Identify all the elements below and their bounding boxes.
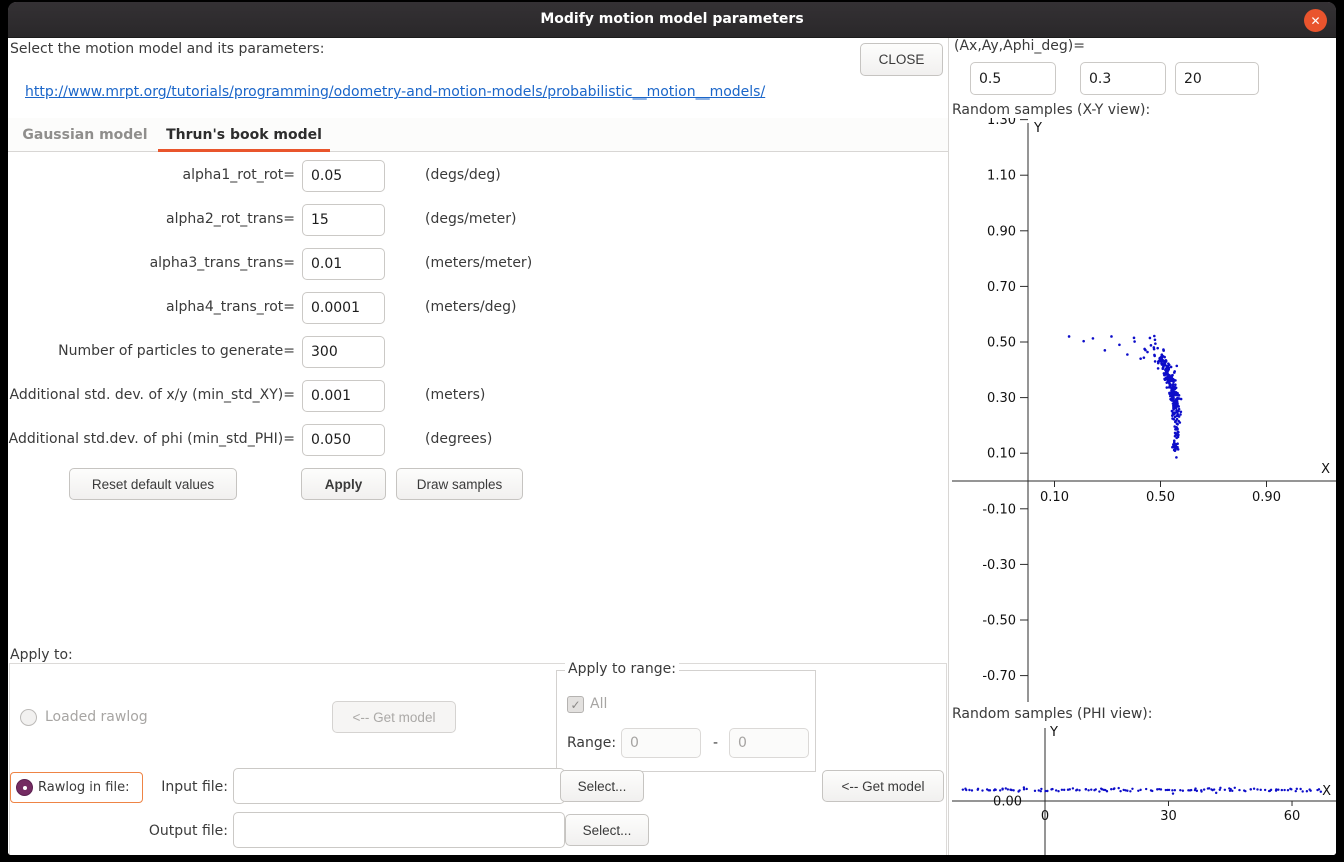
apply-to-range-legend: Apply to range: — [565, 661, 679, 677]
active-tab-underline — [158, 149, 330, 152]
min-std-xy-unit-label: (meters) — [425, 387, 485, 403]
svg-text:X: X — [1322, 784, 1331, 799]
svg-text:0.50: 0.50 — [1146, 490, 1175, 505]
loaded-rawlog-radio — [20, 709, 37, 726]
input-file-input[interactable] — [233, 768, 565, 804]
output-file-input[interactable] — [233, 812, 565, 848]
select-input-file-button[interactable]: Select... — [560, 770, 644, 802]
rawlog-in-file-radio[interactable] — [16, 779, 33, 796]
alpha2-rot-trans-input[interactable] — [302, 204, 385, 236]
particles-count-label: Number of particles to generate= — [8, 343, 295, 359]
titlebar: Modify motion model parameters ✕ — [8, 2, 1336, 38]
alpha3-unit-label: (meters/meter) — [425, 255, 532, 271]
pose-aphi-input[interactable] — [1175, 62, 1259, 95]
get-model-bottom-button[interactable]: <-- Get model — [822, 770, 944, 802]
input-file-label: Input file: — [128, 779, 228, 795]
svg-text:0.00: 0.00 — [993, 795, 1022, 810]
svg-text:0.30: 0.30 — [987, 391, 1016, 406]
range-separator: - — [713, 735, 718, 751]
svg-text:Y: Y — [1049, 725, 1058, 740]
tab-thruns-book-model[interactable]: Thrun's book model — [154, 118, 334, 152]
min-std-phi-input[interactable] — [302, 424, 385, 456]
close-icon: ✕ — [1310, 15, 1320, 27]
instruction-label: Select the motion model and its paramete… — [10, 41, 324, 57]
close-button[interactable]: CLOSE — [860, 43, 943, 76]
svg-text:0.90: 0.90 — [987, 224, 1016, 239]
apply-to-range-groupbox: Apply to range: ✓ All Range: - — [556, 670, 816, 772]
xy-view-title: Random samples (X-Y view): — [952, 102, 1150, 118]
alpha4-unit-label: (meters/deg) — [425, 299, 516, 315]
xy-scatter-plot: 1.30 1.10 0.90 0.70 0.50 0.30 0.10 -0.10 -0.30 -0… — [950, 118, 1336, 707]
svg-text:0.10: 0.10 — [1040, 490, 1069, 505]
pose-ay-input[interactable] — [1080, 62, 1166, 95]
draw-samples-button[interactable]: Draw samples — [396, 468, 523, 500]
alpha1-rot-rot-label: alpha1_rot_rot= — [8, 167, 295, 183]
svg-text:X: X — [1321, 462, 1330, 477]
svg-text:0.70: 0.70 — [987, 280, 1016, 295]
apply-button[interactable]: Apply — [301, 468, 386, 500]
svg-text:0.50: 0.50 — [987, 336, 1016, 351]
range-to-input — [729, 728, 809, 758]
window-title: Modify motion model parameters — [8, 11, 1336, 27]
model-tabbar: Gaussian model Thrun's book model — [8, 118, 948, 152]
alpha2-rot-trans-label: alpha2_rot_trans= — [8, 211, 295, 227]
min-std-phi-label: Additional std.dev. of phi (min_std_PHI)… — [8, 431, 295, 447]
phi-scatter-plot: 0 30 60 0.00 Y X — [950, 722, 1336, 855]
alpha4-trans-rot-input[interactable] — [302, 292, 385, 324]
loaded-rawlog-label: Loaded rawlog — [45, 709, 148, 725]
min-std-xy-input[interactable] — [302, 380, 385, 412]
min-std-xy-label: Additional std. dev. of x/y (min_std_XY)… — [8, 387, 295, 403]
svg-text:-0.70: -0.70 — [982, 669, 1016, 684]
svg-text:1.10: 1.10 — [987, 169, 1016, 184]
svg-text:-0.30: -0.30 — [982, 558, 1016, 573]
alpha1-unit-label: (degs/deg) — [425, 167, 501, 183]
all-checkbox-label: All — [590, 696, 607, 712]
svg-text:0: 0 — [1041, 809, 1049, 824]
alpha1-rot-rot-input[interactable] — [302, 160, 385, 192]
svg-text:1.30: 1.30 — [987, 118, 1016, 128]
dialog-content: Select the motion model and its paramete… — [8, 38, 1336, 855]
svg-text:Y: Y — [1033, 121, 1042, 136]
svg-text:60: 60 — [1284, 809, 1301, 824]
particles-count-input[interactable] — [302, 336, 385, 368]
dialog-window: Modify motion model parameters ✕ Select … — [8, 2, 1336, 855]
range-from-input — [621, 728, 701, 758]
alpha4-trans-rot-label: alpha4_trans_rot= — [8, 299, 295, 315]
svg-text:0.90: 0.90 — [1252, 490, 1281, 505]
rawlog-in-file-focus-ring: Rawlog in file: — [10, 772, 143, 803]
get-model-top-button: <-- Get model — [332, 701, 456, 733]
screen: Modify motion model parameters ✕ Select … — [0, 0, 1344, 862]
apply-to-legend: Apply to: — [10, 647, 73, 663]
tab-gaussian-model[interactable]: Gaussian model — [16, 118, 154, 152]
reset-default-values-button[interactable]: Reset default values — [69, 468, 237, 500]
range-label: Range: — [567, 735, 616, 751]
alpha3-trans-trans-input[interactable] — [302, 248, 385, 280]
svg-text:-0.50: -0.50 — [982, 614, 1016, 629]
svg-text:-0.10: -0.10 — [982, 502, 1016, 517]
min-std-phi-unit-label: (degrees) — [425, 431, 492, 447]
pose-ax-input[interactable] — [970, 62, 1056, 95]
alpha2-unit-label: (degs/meter) — [425, 211, 516, 227]
phi-view-title: Random samples (PHI view): — [952, 706, 1152, 722]
panel-divider — [948, 38, 949, 855]
window-close-button[interactable]: ✕ — [1304, 9, 1327, 32]
svg-text:30: 30 — [1160, 809, 1177, 824]
tutorial-link[interactable]: http://www.mrpt.org/tutorials/programmin… — [25, 84, 765, 100]
all-checkbox: ✓ — [567, 696, 584, 713]
pose-label: (Ax,Ay,Aphi_deg)= — [954, 38, 1085, 54]
select-output-file-button[interactable]: Select... — [565, 814, 649, 846]
alpha3-trans-trans-label: alpha3_trans_trans= — [8, 255, 295, 271]
output-file-label: Output file: — [126, 823, 228, 839]
rawlog-in-file-label: Rawlog in file: — [38, 780, 129, 795]
svg-text:0.10: 0.10 — [987, 447, 1016, 462]
